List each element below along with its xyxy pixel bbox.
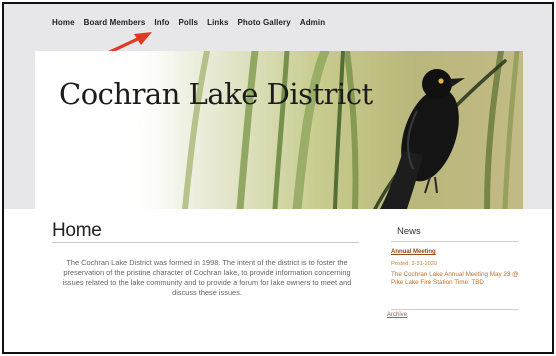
nav-photo-gallery[interactable]: Photo Gallery	[238, 18, 291, 32]
banner-image	[35, 51, 523, 209]
nav-links[interactable]: Links	[207, 18, 228, 32]
page-frame: Home Board Members Info Polls Links Phot…	[2, 2, 554, 354]
main-content: Home The Cochran Lake District was forme…	[35, 209, 523, 310]
nav-polls[interactable]: Polls	[178, 18, 198, 32]
news-bottom-divider	[391, 309, 519, 310]
news-item-body: The Cochran Lake Annual Meeting May 23 @…	[391, 271, 519, 287]
site-title: Cochran Lake District	[59, 77, 373, 111]
intro-paragraph: The Cochran Lake District was formed in …	[62, 258, 352, 297]
news-item-link[interactable]: Annual Meeting	[391, 249, 436, 255]
page-heading: Home	[52, 220, 102, 241]
news-heading: News	[397, 226, 421, 237]
news-posted-date: Posted: 3-31-2020	[391, 261, 438, 267]
nav-home[interactable]: Home	[52, 18, 75, 32]
nav-admin[interactable]: Admin	[300, 18, 325, 32]
header-banner: Cochran Lake District	[35, 51, 523, 209]
news-divider	[391, 241, 519, 242]
heading-divider	[52, 242, 359, 243]
news-sidebar: News Annual Meeting Posted: 3-31-2020 Th…	[387, 209, 523, 310]
archive-link[interactable]: Archive	[387, 312, 407, 318]
